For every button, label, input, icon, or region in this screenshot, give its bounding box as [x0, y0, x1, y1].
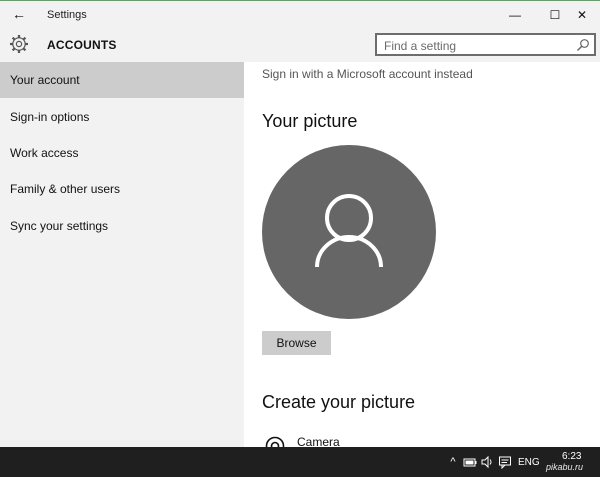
show-hidden-icons-chevron-icon[interactable]: ^	[446, 455, 460, 469]
window-title: Settings	[47, 9, 87, 21]
gear-icon	[10, 35, 28, 53]
search-input[interactable]: Find a setting	[375, 33, 596, 56]
maximize-icon: ☐	[549, 8, 561, 22]
sidebar-item-label: Family & other users	[10, 182, 121, 196]
taskbar: ^ ENG 6:23	[0, 447, 600, 477]
sidebar-item-label: Sync your settings	[10, 219, 109, 233]
back-arrow-icon: ←	[12, 6, 26, 22]
title-bar: ← Settings — ☐ ✕	[0, 0, 600, 28]
create-picture-heading: Create your picture	[262, 392, 416, 412]
volume-icon[interactable]	[480, 455, 494, 469]
search-icon[interactable]	[576, 38, 590, 52]
avatar	[262, 145, 436, 319]
page-title: ACCOUNTS	[47, 38, 117, 52]
sidebar: Your account Sign-in options Work access…	[0, 62, 244, 447]
camera-icon[interactable]	[264, 436, 286, 447]
minimize-button[interactable]: —	[497, 4, 533, 26]
browse-label: Browse	[276, 336, 317, 350]
action-center-icon[interactable]	[498, 455, 512, 469]
clock[interactable]: 6:23	[562, 451, 581, 462]
watermark: pikabu.ru	[546, 462, 584, 472]
close-button[interactable]: ✕	[564, 4, 600, 26]
language-indicator[interactable]: ENG	[518, 457, 540, 468]
browse-button[interactable]: Browse	[262, 331, 331, 355]
camera-option-label[interactable]: Camera	[297, 435, 340, 447]
sidebar-item-work-access[interactable]: Work access	[0, 135, 244, 171]
battery-icon[interactable]	[463, 455, 477, 469]
sidebar-item-label: Your account	[10, 73, 80, 87]
main-content: Sign in with a Microsoft account instead…	[244, 62, 600, 447]
sidebar-item-your-account[interactable]: Your account	[0, 62, 244, 98]
close-icon: ✕	[576, 8, 588, 22]
microsoft-signin-link[interactable]: Sign in with a Microsoft account instead	[262, 67, 473, 81]
settings-header: ACCOUNTS Find a setting	[0, 28, 600, 62]
sidebar-item-sign-in-options[interactable]: Sign-in options	[0, 99, 244, 135]
search-placeholder: Find a setting	[384, 39, 457, 53]
sidebar-item-family-other-users[interactable]: Family & other users	[0, 171, 244, 207]
sidebar-item-sync-settings[interactable]: Sync your settings	[0, 208, 244, 244]
sidebar-item-label: Sign-in options	[10, 110, 90, 124]
back-button[interactable]: ←	[8, 4, 30, 24]
sidebar-item-label: Work access	[10, 146, 79, 160]
your-picture-heading: Your picture	[262, 111, 358, 131]
minimize-icon: —	[509, 8, 521, 22]
user-silhouette-icon	[315, 194, 383, 268]
